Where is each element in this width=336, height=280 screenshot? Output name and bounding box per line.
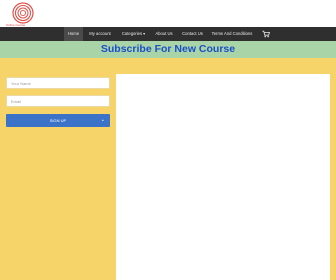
nav-item-label: Contact Us <box>182 31 203 36</box>
cart-icon[interactable] <box>262 30 270 38</box>
nav-item-contact-us[interactable]: Contact Us <box>179 27 206 41</box>
nav-item-home[interactable]: Home <box>64 27 83 41</box>
nav-item-about-us[interactable]: About Us <box>153 27 175 41</box>
main-navigation: Home My account Categories▾ About Us Con… <box>0 27 336 41</box>
nav-item-label: Home <box>67 31 80 36</box>
nav-item-terms[interactable]: Terms And Conditions <box>209 27 255 41</box>
email-field[interactable] <box>6 95 110 107</box>
subscribe-section: SIGN UP ⌄ <box>0 58 336 280</box>
content-panel <box>116 74 330 280</box>
subscribe-banner: Subscribe For New Course <box>0 41 336 58</box>
chevron-down-icon: ⌄ <box>100 117 105 123</box>
nav-item-label: My account <box>89 31 111 36</box>
nav-item-label: About Us <box>155 31 173 36</box>
sign-up-button-label: SIGN UP <box>49 118 67 123</box>
name-field[interactable] <box>6 77 110 89</box>
nav-item-label: Categories <box>121 31 143 36</box>
page-title: Subscribe For New Course <box>100 43 236 55</box>
sign-up-button[interactable]: SIGN UP ⌄ <box>6 114 110 127</box>
nav-item-label: Terms And Conditions <box>211 31 253 36</box>
concentric-circles-logo-icon[interactable] <box>12 2 34 24</box>
chevron-down-icon: ▾ <box>143 31 146 36</box>
site-header: Online Course <box>0 0 336 27</box>
nav-item-categories[interactable]: Categories▾ <box>117 27 150 41</box>
nav-item-my-account[interactable]: My account <box>85 27 115 41</box>
